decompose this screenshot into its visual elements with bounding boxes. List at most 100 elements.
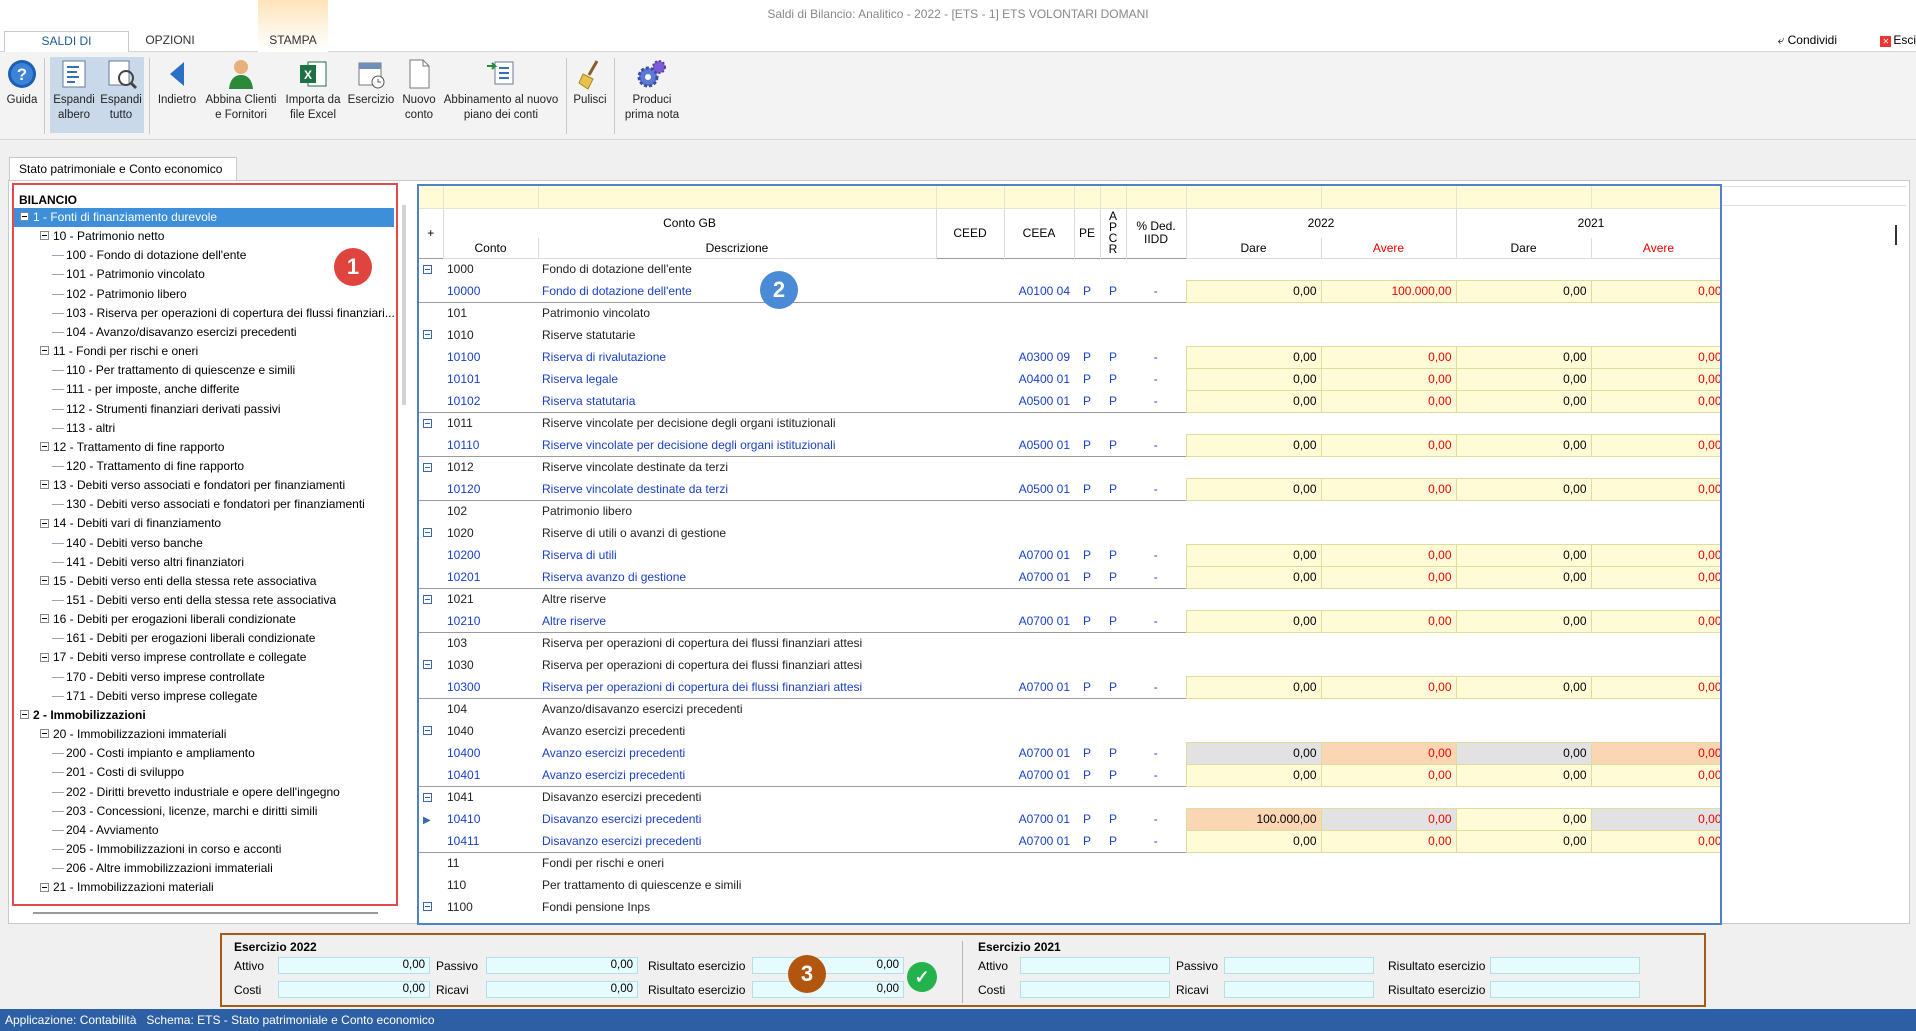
avere-2022-cell[interactable]: 0,00 (1320, 675, 1457, 699)
conto-cell[interactable]: 10201 (443, 566, 538, 588)
ceed-cell[interactable] (936, 720, 1004, 742)
apcr-cell[interactable]: P (1100, 544, 1126, 566)
pe-cell[interactable]: P (1074, 346, 1100, 368)
dare-2021-cell[interactable]: 0,00 (1455, 389, 1592, 413)
collapse-icon[interactable] (423, 462, 432, 472)
ceed-cell[interactable] (936, 280, 1004, 302)
apcr-cell[interactable]: P (1100, 742, 1126, 764)
descrizione-cell[interactable]: Disavanzo esercizi precedenti (538, 785, 936, 808)
conto-cell[interactable]: 1040 (443, 720, 538, 742)
descrizione-cell[interactable]: Riserve vincolate per decisione degli or… (538, 411, 936, 434)
avere-2022-cell[interactable]: 0,00 (1320, 543, 1457, 567)
collapse-icon[interactable] (423, 902, 432, 912)
dare-2021-header[interactable]: Dare (1456, 238, 1592, 259)
descrizione-cell[interactable]: Riserva statutaria (538, 390, 936, 412)
ceea-cell[interactable]: A0300 09 (1004, 346, 1074, 368)
avere-2022-cell[interactable]: 0,00 (1320, 763, 1457, 787)
descrizione-cell[interactable]: Riserva legale (538, 368, 936, 390)
conto-cell[interactable]: 1011 (443, 411, 538, 434)
apcr-header[interactable]: A P C R (1100, 208, 1127, 258)
ded-cell[interactable]: - (1126, 610, 1186, 632)
tree-item[interactable]: 1 - Fonti di finanziamento durevole (14, 208, 394, 227)
conto-cell[interactable]: 10100 (443, 346, 538, 368)
account-row[interactable]: 10200 Riserva di utili A0700 01 P P -0,00 0,00… (419, 543, 1720, 567)
descrizione-cell[interactable]: Riserva per operazioni di copertura dei … (538, 654, 936, 676)
collapse-icon[interactable] (423, 792, 432, 802)
tab-saldi-di-bilancio[interactable]: SALDI DI BILANCIO (4, 31, 129, 67)
apcr-cell[interactable]: P (1100, 764, 1126, 786)
account-row[interactable]: 10100 Riserva di rivalutazione A0300 09 P P -… (419, 345, 1720, 369)
apcr-cell[interactable]: P (1100, 478, 1126, 500)
descrizione-cell[interactable]: Avanzo/disavanzo esercizi precedenti (538, 697, 936, 720)
tree-scrollbar[interactable] (402, 205, 406, 405)
ceed-cell[interactable] (936, 654, 1004, 676)
apcr-cell[interactable]: P (1100, 280, 1126, 302)
conto-cell[interactable]: 10400 (443, 742, 538, 764)
tab-stato-patrimoniale[interactable]: Stato patrimoniale e Conto economico (9, 157, 237, 181)
ceed-cell[interactable] (936, 522, 1004, 544)
importa-excel-button[interactable]: X Importa da file Excel (284, 57, 342, 133)
descrizione-cell[interactable]: Fondo di dotazione dell'ente (538, 257, 936, 280)
dare-2021-cell[interactable]: 0,00 (1455, 543, 1592, 567)
dare-2022-cell[interactable]: 0,00 (1185, 675, 1322, 699)
collapse-icon[interactable] (40, 518, 49, 528)
avere-2022-cell[interactable]: 0,00 (1320, 477, 1457, 501)
avere-2022-cell[interactable]: 0,00 (1320, 609, 1457, 633)
conto-cell[interactable]: 10300 (443, 676, 538, 698)
avere-2021-cell[interactable]: 0,00 (1590, 389, 1720, 413)
collapse-icon[interactable] (423, 726, 432, 736)
ceea-cell[interactable]: A0700 01 (1004, 764, 1074, 786)
account-row[interactable]: 10210 Altre riserve A0700 01 P P -0,00 0,00 0,0… (419, 609, 1720, 633)
conto-cell[interactable]: 1030 (443, 654, 538, 676)
exit-button[interactable]: ✕ Esci (1880, 33, 1916, 47)
conto-cell[interactable]: 10401 (443, 764, 538, 786)
descrizione-cell[interactable]: Riserve vincolate per decisione degli or… (538, 434, 936, 456)
ded-cell[interactable]: - (1126, 434, 1186, 456)
collapse-icon[interactable] (40, 346, 49, 356)
conto-cell[interactable]: 1021 (443, 587, 538, 610)
avere-2021-cell[interactable]: 0,00 (1590, 763, 1720, 787)
filter-row[interactable] (419, 186, 1720, 209)
collapse-icon[interactable] (40, 480, 49, 490)
avere-2021-cell[interactable]: 0,00 (1590, 477, 1720, 501)
collapse-icon[interactable] (40, 729, 49, 739)
conto-cell[interactable]: 1041 (443, 785, 538, 808)
ceea-cell[interactable]: A0700 01 (1004, 676, 1074, 698)
conto-cell[interactable]: 10200 (443, 544, 538, 566)
pe-cell[interactable]: P (1074, 390, 1100, 412)
collapse-icon[interactable] (423, 660, 432, 670)
dare-2022-cell[interactable]: 0,00 (1185, 543, 1322, 567)
avere-2022-cell[interactable]: 0,00 (1320, 741, 1457, 765)
dare-2022-cell[interactable]: 0,00 (1185, 367, 1322, 391)
descrizione-cell[interactable]: Avanzo esercizi precedenti (538, 764, 936, 786)
descrizione-cell[interactable]: Riserve di utili o avanzi di gestione (538, 522, 936, 544)
apcr-cell[interactable]: P (1100, 368, 1126, 390)
nuovo-conto-button[interactable]: Nuovo conto (397, 57, 441, 133)
conto-cell[interactable]: 10411 (443, 830, 538, 852)
pe-cell[interactable]: P (1074, 280, 1100, 302)
pe-cell[interactable]: P (1074, 544, 1100, 566)
group-row[interactable]: 11 Fondi per rischi e oneri (419, 851, 1720, 874)
avere-2021-cell[interactable]: 0,00 (1590, 741, 1720, 765)
group-row[interactable]: 1020 Riserve di utili o avanzi di gestion… (419, 522, 1720, 544)
pe-cell[interactable]: P (1074, 368, 1100, 390)
ricavi-2022-field[interactable]: 0,00 (486, 981, 638, 998)
avere-2021-cell[interactable]: 0,00 (1590, 609, 1720, 633)
group-row[interactable]: 1040 Avanzo esercizi precedenti (419, 720, 1720, 742)
ceed-cell[interactable] (936, 896, 1004, 918)
ceed-cell[interactable] (936, 742, 1004, 764)
conto-cell[interactable]: 10000 (443, 280, 538, 302)
apcr-cell[interactable]: P (1100, 830, 1126, 852)
descrizione-cell[interactable]: Fondo di dotazione dell'ente (538, 280, 936, 302)
produci-prima-nota-button[interactable]: Produci prima nota (618, 57, 686, 133)
conto-cell[interactable]: 10120 (443, 478, 538, 500)
descrizione-cell[interactable]: Avanzo esercizi precedenti (538, 720, 936, 742)
apcr-cell[interactable]: P (1100, 610, 1126, 632)
pe-cell[interactable]: P (1074, 808, 1100, 830)
ded-cell[interactable]: - (1126, 478, 1186, 500)
group-row[interactable]: 1000 Fondo di dotazione dell'ente (419, 257, 1720, 280)
pe-cell[interactable]: P (1074, 764, 1100, 786)
collapse-icon[interactable] (423, 330, 432, 340)
pe-cell[interactable]: P (1074, 478, 1100, 500)
ceed-cell[interactable] (936, 411, 1004, 434)
